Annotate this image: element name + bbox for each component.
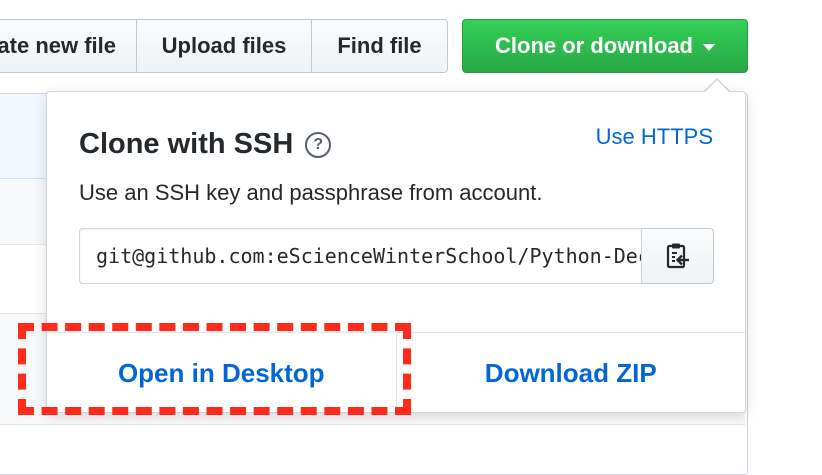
upload-files-button[interactable]: Upload files — [136, 19, 312, 73]
clone-title-text: Clone with SSH — [79, 128, 294, 160]
clone-dropdown: Clone with SSH ? Use HTTPS Use an SSH ke… — [46, 91, 746, 414]
copy-url-button[interactable] — [642, 228, 714, 284]
clone-title: Clone with SSH ? — [79, 128, 332, 161]
find-file-label: Find file — [337, 33, 422, 58]
question-circle-icon[interactable]: ? — [305, 131, 332, 158]
clone-download-label: Clone or download — [495, 33, 693, 58]
find-file-button[interactable]: Find file — [311, 19, 448, 73]
create-file-button[interactable]: Create new file — [0, 19, 137, 73]
use-https-link[interactable]: Use HTTPS — [596, 124, 713, 150]
clone-url-input[interactable]: git@github.com:eScienceWinterSchool/Pyth… — [79, 228, 642, 284]
file-actions-group: Create new file Upload files Find file — [0, 19, 448, 73]
clone-description: Use an SSH key and passphrase from accou… — [79, 180, 543, 205]
clone-url-group: git@github.com:eScienceWinterSchool/Pyth… — [79, 228, 714, 284]
create-file-label: Create new file — [0, 33, 116, 58]
clipboard-icon — [666, 243, 689, 269]
download-zip-button[interactable]: Download ZIP — [397, 333, 746, 414]
dropdown-pointer-fill — [705, 80, 729, 92]
open-in-desktop-button[interactable]: Open in Desktop — [47, 333, 397, 414]
upload-files-label: Upload files — [161, 33, 287, 58]
caret-down-icon — [703, 43, 715, 51]
clone-download-button[interactable]: Clone or download — [462, 19, 748, 73]
clone-footer: Open in Desktop Download ZIP — [47, 332, 745, 414]
